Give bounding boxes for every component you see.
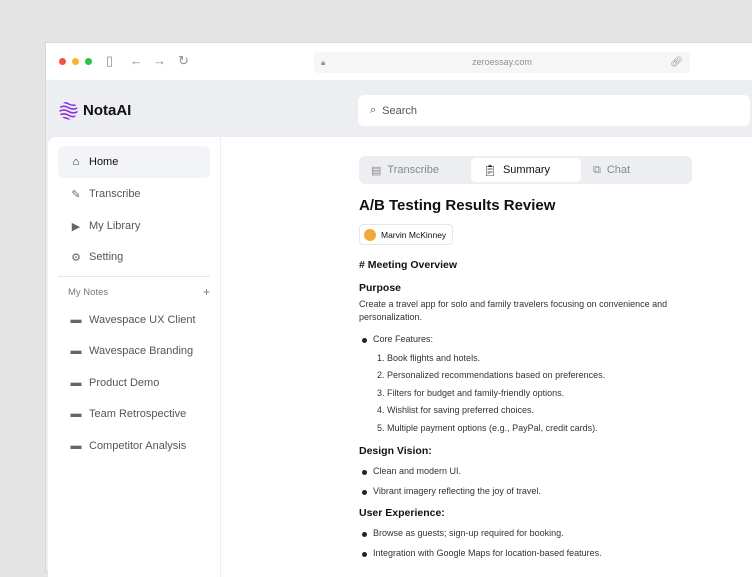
- list-item: 5. Multiple payment options (e.g., PayPa…: [377, 422, 598, 433]
- note-label: Product Demo: [89, 377, 160, 389]
- note-label: Team Retrospective: [89, 408, 187, 420]
- link-icon[interactable]: 🔗︎: [670, 52, 683, 73]
- sidebar-item-label: Home: [89, 156, 119, 168]
- purpose-heading: Purpose: [359, 282, 402, 294]
- note-label: Wavespace UX Client: [89, 314, 196, 326]
- sidebar-item-label: Setting: [89, 251, 124, 263]
- content-panel: ⌂ Home ✎ Transcribe ▶ My Library ⚙ Setting M…: [48, 137, 752, 577]
- chat-icon: ⧉: [593, 163, 601, 176]
- note-item[interactable]: ▬ Competitor Analysis: [58, 430, 210, 462]
- overview-heading: # Meeting Overview: [359, 259, 458, 271]
- author-name: Marvin McKinney: [381, 229, 447, 240]
- sidebar: ⌂ Home ✎ Transcribe ▶ My Library ⚙ Setting M…: [48, 137, 221, 577]
- list-item: 3. Filters for budget and family-friendl…: [377, 387, 565, 398]
- browser-toolbar: ▯ ← → ↻ 🔒︎ zeroessay.com 🔗︎: [46, 43, 752, 80]
- url-text: zeroessay.com: [472, 57, 532, 67]
- forward-icon[interactable]: →: [153, 53, 166, 68]
- page-title: A/B Testing Results Review: [359, 197, 556, 214]
- browser-window: ▯ ← → ↻ 🔒︎ zeroessay.com 🔗︎ NotaAI ⌕ Sea…: [45, 42, 752, 577]
- note-item[interactable]: ▬ Team Retrospective: [58, 398, 210, 430]
- tab-transcribe[interactable]: ▤ Transcribe: [359, 158, 469, 182]
- edit-icon: ✎: [71, 188, 81, 201]
- tab-chat[interactable]: ⧉ Chat: [581, 158, 689, 182]
- note-item[interactable]: ▬ Wavespace UX Client: [58, 304, 210, 336]
- home-icon: ⌂: [72, 156, 80, 168]
- folder-icon: ▬: [70, 345, 82, 357]
- list-item: 1. Book flights and hotels.: [377, 352, 481, 363]
- sidebar-item-home[interactable]: ⌂ Home: [58, 146, 210, 178]
- purpose-text: Create a travel app for solo and family …: [359, 299, 668, 322]
- design-heading: Design Vision:: [359, 445, 432, 457]
- sidebar-item-label: My Library: [89, 220, 141, 232]
- address-bar[interactable]: 🔒︎ zeroessay.com 🔗︎: [314, 52, 690, 73]
- tab-label: Summary: [502, 164, 551, 176]
- minimize-window-button[interactable]: [72, 58, 79, 65]
- note-label: Wavespace Branding: [89, 345, 194, 357]
- app-logo[interactable]: NotaAI: [59, 101, 131, 120]
- sidebar-item-setting[interactable]: ⚙ Setting: [58, 241, 210, 273]
- author-chip[interactable]: Marvin McKinney: [359, 224, 454, 245]
- note-label: Competitor Analysis: [89, 440, 187, 452]
- maximize-window-button[interactable]: [85, 58, 92, 65]
- library-icon: ▶: [71, 220, 81, 233]
- list-item: Clean and modern UI.: [359, 462, 699, 482]
- list-item: 4. Wishlist for saving preferred choices…: [377, 405, 535, 415]
- note-item[interactable]: ▬ Product Demo: [58, 367, 210, 399]
- folder-icon: ▬: [70, 440, 82, 452]
- list-item: Vibrant imagery reflecting the joy of tr…: [359, 482, 699, 502]
- folder-icon: ▬: [70, 408, 82, 420]
- tab-summary[interactable]: 📋︎ Summary: [471, 158, 581, 182]
- clipboard-icon: 📋︎: [483, 164, 497, 177]
- search-placeholder: Search: [382, 104, 418, 117]
- my-notes-label: My Notes: [68, 287, 109, 298]
- search-input[interactable]: ⌕ Search: [358, 95, 750, 126]
- logo-icon: [59, 101, 78, 120]
- sidebar-item-my-library[interactable]: ▶ My Library: [58, 210, 210, 242]
- sidebar-item-transcribe[interactable]: ✎ Transcribe: [58, 178, 210, 210]
- list-item: Core Features:: [359, 330, 699, 350]
- summary-content: # Meeting Overview Purpose Create a trav…: [359, 259, 699, 563]
- back-icon[interactable]: ←: [130, 53, 143, 68]
- sidebar-item-label: Transcribe: [89, 188, 141, 200]
- gear-icon: ⚙: [71, 251, 81, 264]
- folder-icon: ▬: [70, 377, 82, 389]
- sidebar-toggle-icon[interactable]: ▯: [106, 53, 113, 69]
- list-item: 2. Personalized recommendations based on…: [377, 370, 606, 380]
- app-name: NotaAI: [83, 102, 132, 119]
- folder-icon: ▬: [70, 314, 82, 326]
- sidebar-divider: [58, 276, 210, 277]
- list-item: Browse as guests; sign-up required for b…: [359, 524, 699, 544]
- view-tabs: ▤ Transcribe 📋︎ Summary ⧉ Chat: [359, 156, 692, 184]
- reload-icon[interactable]: ↻: [178, 53, 189, 69]
- search-icon: ⌕: [370, 104, 377, 116]
- close-window-button[interactable]: [59, 58, 66, 65]
- list-item: Integration with Google Maps for locatio…: [359, 544, 699, 564]
- note-item[interactable]: ▬ Wavespace Branding: [58, 335, 210, 367]
- my-notes-header: My Notes +: [68, 286, 210, 298]
- add-note-button[interactable]: +: [203, 286, 210, 298]
- tab-label: Transcribe: [387, 164, 439, 176]
- document-icon: ▤: [371, 164, 382, 177]
- tab-label: Chat: [606, 164, 631, 176]
- lock-icon: 🔒︎: [321, 58, 326, 67]
- avatar: [364, 228, 376, 241]
- ux-heading: User Experience:: [359, 507, 445, 519]
